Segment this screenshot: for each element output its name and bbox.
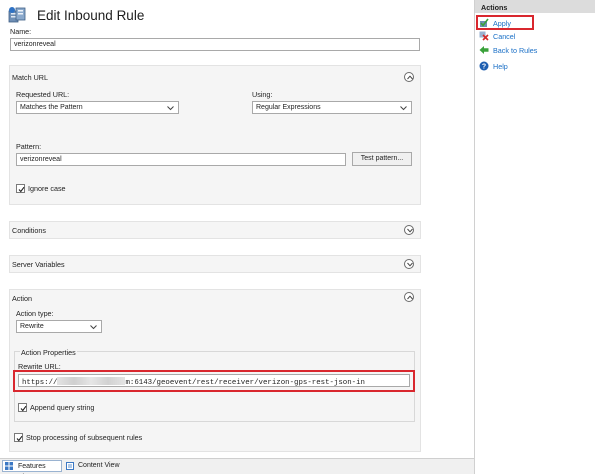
conditions-title: Conditions [12, 226, 46, 235]
stop-processing-label: Stop processing of subsequent rules [26, 433, 143, 442]
server-variables-title: Server Variables [12, 260, 65, 269]
cancel-action[interactable]: Cancel [493, 32, 515, 41]
using-select[interactable]: Regular Expressions [252, 101, 412, 114]
chevron-down-icon [406, 262, 413, 267]
append-query-checkbox[interactable] [18, 403, 27, 412]
ignore-case-label: Ignore case [28, 184, 66, 193]
action-type-select[interactable]: Rewrite [16, 320, 102, 333]
content-view-icon [66, 462, 74, 470]
requested-url-select[interactable]: Matches the Pattern [16, 101, 179, 114]
action-title: Action [12, 294, 32, 303]
append-query-label: Append query string [30, 403, 95, 412]
actions-pane [474, 0, 595, 474]
features-view-icon [5, 462, 13, 470]
checkmark-icon [20, 405, 26, 411]
page-title: Edit Inbound Rule [37, 8, 145, 23]
server-variables-section[interactable] [9, 255, 421, 273]
match-url-collapse-button[interactable] [404, 72, 414, 82]
action-type-label: Action type: [16, 309, 54, 318]
action-properties-title: Action Properties [20, 348, 77, 357]
actions-header: Actions [475, 0, 595, 13]
action-type-value: Rewrite [20, 323, 44, 330]
chevron-down-icon [406, 228, 413, 233]
conditions-expand-button[interactable] [404, 225, 414, 235]
back-to-rules-action[interactable]: Back to Rules [493, 46, 537, 55]
help-action[interactable]: Help [493, 62, 508, 71]
requested-url-label: Requested URL: [16, 90, 70, 99]
chevron-up-icon [406, 75, 413, 80]
pattern-input[interactable]: verizonreveal [16, 153, 346, 166]
match-url-section [9, 65, 421, 205]
content-view-tab-label: Content View [78, 462, 120, 469]
stop-processing-checkbox[interactable] [14, 433, 23, 442]
checkmark-icon [16, 435, 22, 441]
url-rewrite-icon [7, 5, 27, 25]
back-arrow-icon [479, 45, 489, 55]
help-icon: ? [479, 61, 489, 71]
name-label: Name: [10, 27, 32, 36]
checkmark-icon [18, 186, 24, 192]
match-url-title: Match URL [12, 73, 48, 82]
cancel-icon [479, 31, 489, 41]
svg-text:?: ? [482, 64, 486, 71]
chevron-up-icon [406, 295, 413, 300]
chevron-down-icon [167, 106, 174, 111]
apply-highlight [476, 15, 534, 30]
name-input[interactable]: verizonreveal [10, 38, 420, 51]
using-value: Regular Expressions [256, 104, 321, 111]
action-collapse-button[interactable] [404, 292, 414, 302]
ignore-case-checkbox[interactable] [16, 184, 25, 193]
requested-url-value: Matches the Pattern [20, 104, 83, 111]
chevron-down-icon [400, 106, 407, 111]
conditions-section[interactable] [9, 221, 421, 239]
rewrite-url-highlight [13, 370, 415, 392]
pattern-label: Pattern: [16, 142, 42, 151]
server-variables-expand-button[interactable] [404, 259, 414, 269]
test-pattern-button[interactable]: Test pattern... [352, 152, 412, 166]
using-label: Using: [252, 90, 273, 99]
chevron-down-icon [90, 325, 97, 330]
